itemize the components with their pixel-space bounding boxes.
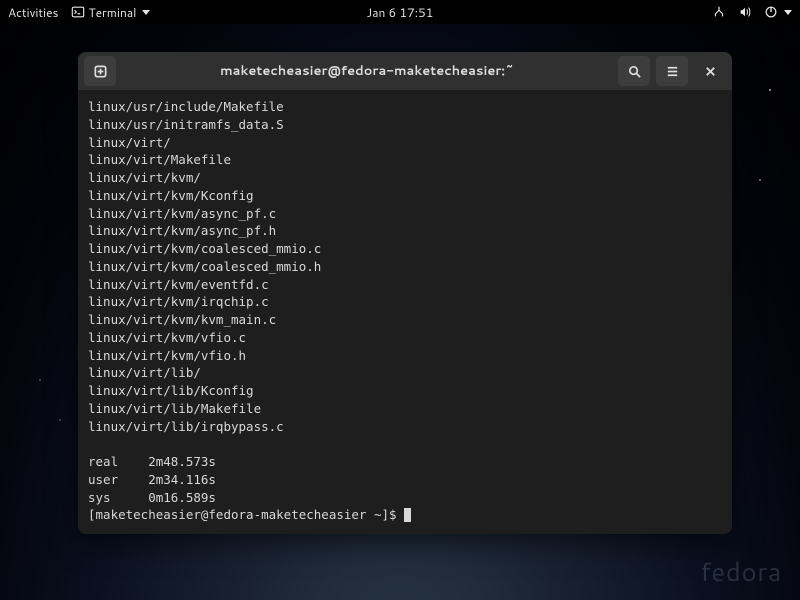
window-title: maketecheasier@fedora-maketecheasier:~ [122,62,612,80]
volume-icon[interactable] [738,5,752,19]
power-icon[interactable] [764,5,792,19]
fedora-watermark: fedora [700,554,782,590]
close-button[interactable] [694,56,726,86]
titlebar[interactable]: maketecheasier@fedora-maketecheasier:~ [78,52,732,90]
network-icon[interactable] [712,5,726,19]
terminal-icon [71,5,85,19]
app-menu[interactable]: Terminal [71,4,151,21]
close-icon [703,64,718,79]
hamburger-icon [665,64,680,79]
terminal-viewport[interactable]: linux/usr/include/Makefile linux/usr/ini… [78,90,732,534]
activities-button[interactable]: Activities [8,4,59,21]
chevron-down-icon [784,10,792,15]
search-button[interactable] [618,56,650,86]
terminal-window: maketecheasier@fedora-maketecheasier:~ l… [78,52,732,534]
search-icon [627,64,642,79]
shell-prompt: [maketecheasier@fedora-maketecheasier ~]… [88,507,404,522]
time-output: real 2m48.573s user 2m34.116s sys 0m16.5… [88,454,216,505]
cursor [404,508,411,522]
app-menu-label: Terminal [89,4,137,21]
new-tab-button[interactable] [84,56,116,86]
terminal-output: linux/usr/include/Makefile linux/usr/ini… [88,99,321,434]
gnome-topbar: Activities Terminal Jan 6 17:51 [0,0,800,24]
chevron-down-icon [142,10,150,15]
hamburger-menu-button[interactable] [656,56,688,86]
